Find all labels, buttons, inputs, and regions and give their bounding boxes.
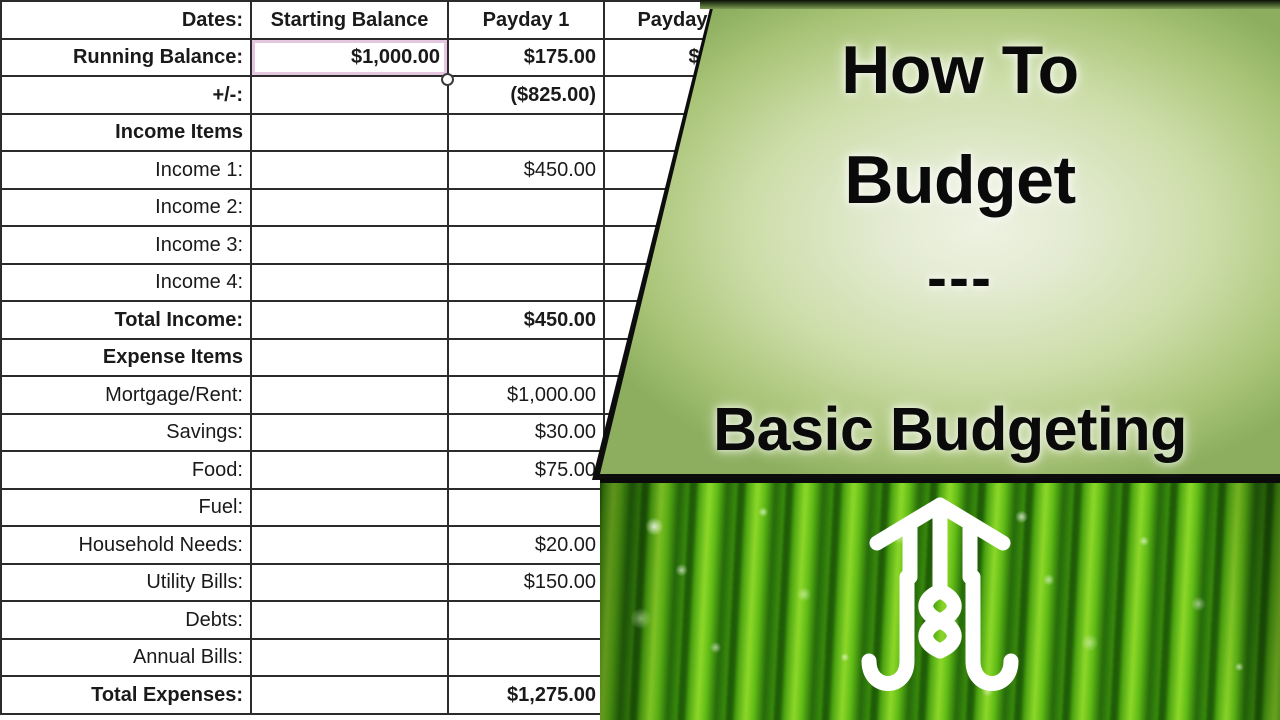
row-label[interactable]: Income 1: xyxy=(0,150,252,190)
cell-starting-balance[interactable] xyxy=(250,187,449,227)
cell-payday-1[interactable]: $30.00 xyxy=(447,412,605,452)
cell-payday-1[interactable]: $75.00 xyxy=(447,450,605,490)
cell-payday-1[interactable] xyxy=(447,262,605,302)
cell-starting-balance[interactable] xyxy=(250,112,449,152)
row-label[interactable]: Annual Bills: xyxy=(0,637,252,677)
cell-payday-1[interactable] xyxy=(447,112,605,152)
row-label[interactable]: Total Expenses: xyxy=(0,675,252,715)
column-header-starting-balance[interactable]: Starting Balance xyxy=(250,0,449,40)
row-label[interactable]: Running Balance: xyxy=(0,37,252,77)
row-label[interactable]: Household Needs: xyxy=(0,525,252,565)
table-row: Income 4: xyxy=(0,262,742,302)
table-row: Income 2:$ xyxy=(0,187,742,227)
cell-starting-balance[interactable] xyxy=(250,637,449,677)
cell-payday-1[interactable] xyxy=(447,600,605,640)
cell-payday-1[interactable] xyxy=(447,225,605,265)
title-line-4: Basic Budgeting xyxy=(713,395,1187,463)
cell-payday-1[interactable] xyxy=(447,187,605,227)
cell-starting-balance[interactable] xyxy=(250,487,449,527)
jj-hook-monogram-logo xyxy=(861,497,1019,691)
cell-payday-1[interactable]: $450.00 xyxy=(447,150,605,190)
thumbnail-canvas: Dates: Starting Balance Payday 1 Payday Runn… xyxy=(0,0,1280,720)
row-label[interactable]: Fuel: xyxy=(0,487,252,527)
column-header-payday-1[interactable]: Payday 1 xyxy=(447,0,605,40)
title-panel-top-shadow xyxy=(700,0,1280,9)
cell-starting-balance[interactable] xyxy=(250,562,449,602)
cell-starting-balance[interactable] xyxy=(250,300,449,340)
row-label[interactable]: Income 3: xyxy=(0,225,252,265)
row-label[interactable]: Food: xyxy=(0,450,252,490)
cell-payday-1[interactable] xyxy=(447,337,605,377)
row-label[interactable]: Utility Bills: xyxy=(0,562,252,602)
cell-starting-balance[interactable] xyxy=(250,262,449,302)
table-row: Running Balance:$1,000.00$175.00$510 xyxy=(0,37,742,77)
cell-payday-1[interactable]: $1,000.00 xyxy=(447,375,605,415)
row-label[interactable]: Expense Items xyxy=(0,337,252,377)
cell-fill-handle[interactable] xyxy=(441,73,454,86)
row-label[interactable]: Savings: xyxy=(0,412,252,452)
cell-payday-1[interactable]: $1,275.00 xyxy=(447,675,605,715)
cell-starting-balance[interactable] xyxy=(250,225,449,265)
cell-payday-1[interactable] xyxy=(447,487,605,527)
table-row: Income 1: $450.00 xyxy=(0,150,742,190)
cell-starting-balance[interactable] xyxy=(250,412,449,452)
cell-payday-1[interactable]: $20.00 xyxy=(447,525,605,565)
cell-payday-1[interactable]: $150.00 xyxy=(447,562,605,602)
table-row: Income 3: xyxy=(0,225,742,265)
table-row: +/-:($825.00)$33 xyxy=(0,75,742,115)
table-row: Income Items xyxy=(0,112,742,152)
row-label[interactable]: Income 2: xyxy=(0,187,252,227)
cell-starting-balance[interactable] xyxy=(250,600,449,640)
cell-payday-1[interactable] xyxy=(447,637,605,677)
cell-payday-1[interactable]: $175.00 xyxy=(447,37,605,77)
dewy-grass-photo xyxy=(600,478,1280,720)
row-label[interactable]: +/-: xyxy=(0,75,252,115)
cell-payday-1[interactable]: $450.00 xyxy=(447,300,605,340)
cell-starting-balance[interactable] xyxy=(250,75,449,115)
row-label[interactable]: Income 4: xyxy=(0,262,252,302)
cell-starting-balance[interactable] xyxy=(250,675,449,715)
header-dates-label[interactable]: Dates: xyxy=(0,0,252,40)
row-label[interactable]: Debts: xyxy=(0,600,252,640)
cell-starting-balance[interactable] xyxy=(250,337,449,377)
cell-starting-balance[interactable] xyxy=(250,375,449,415)
cell-starting-balance[interactable] xyxy=(250,525,449,565)
row-label[interactable]: Total Income: xyxy=(0,300,252,340)
cell-starting-balance[interactable] xyxy=(250,450,449,490)
cell-starting-balance[interactable] xyxy=(250,150,449,190)
table-header-row: Dates: Starting Balance Payday 1 Payday xyxy=(0,0,742,40)
row-label[interactable]: Mortgage/Rent: xyxy=(0,375,252,415)
cell-payday-1[interactable]: ($825.00) xyxy=(447,75,605,115)
row-label[interactable]: Income Items xyxy=(0,112,252,152)
selected-cell[interactable]: $1,000.00 xyxy=(250,37,449,77)
